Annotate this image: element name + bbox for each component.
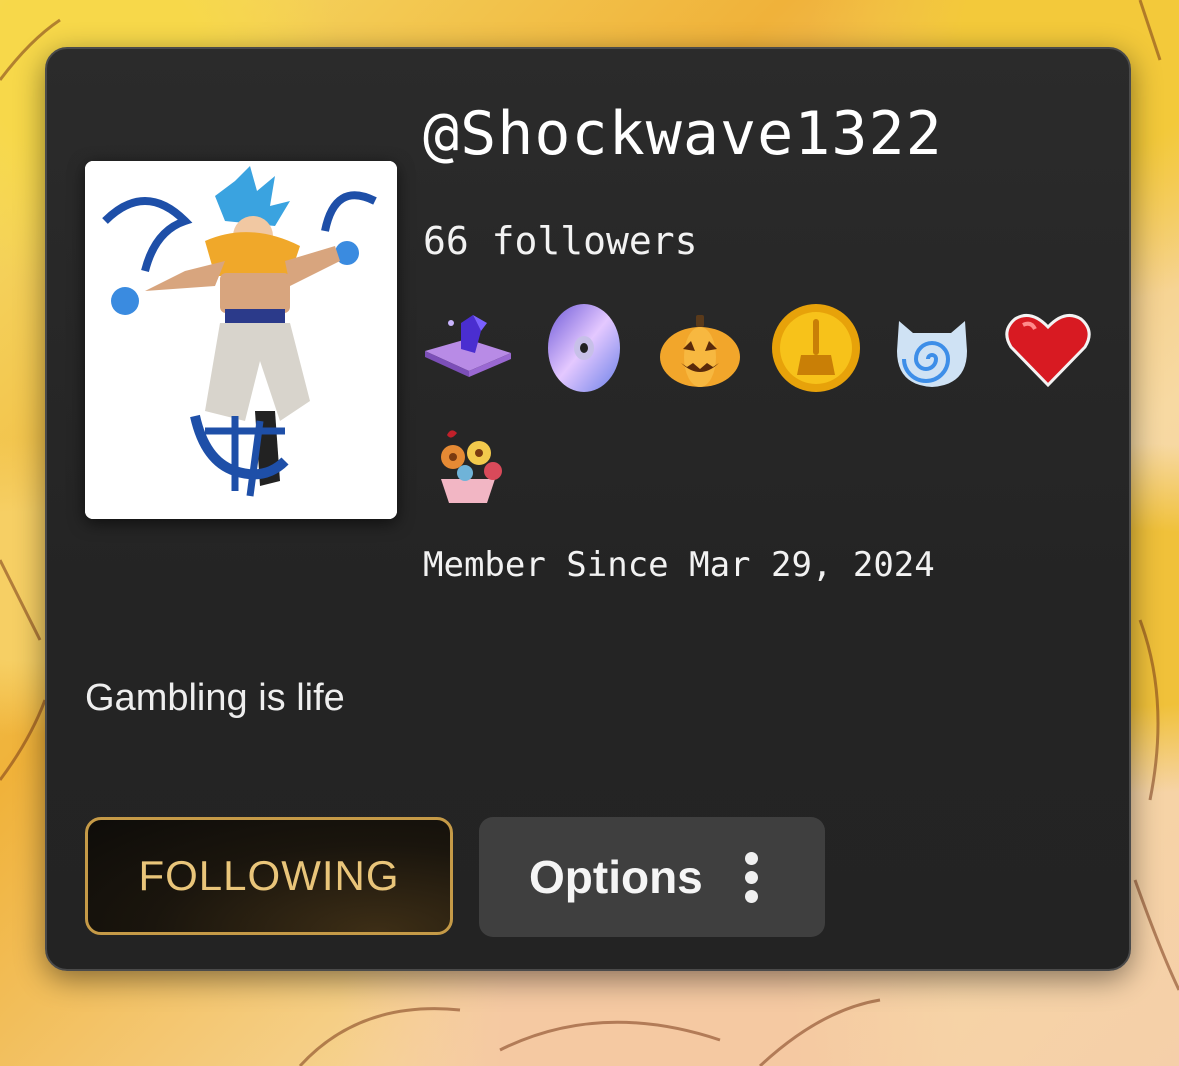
cd-disc-icon[interactable] — [537, 301, 631, 395]
options-label: Options — [529, 851, 703, 903]
avatar[interactable] — [85, 161, 397, 519]
gold-broom-coin-icon[interactable] — [769, 301, 863, 395]
more-vertical-icon — [744, 851, 758, 903]
member-since-date: Member Since Mar 29, 2024 — [423, 545, 935, 585]
profile-bio: Gambling is life — [85, 677, 345, 719]
options-button[interactable]: Options — [479, 817, 825, 937]
avatar-image — [85, 161, 397, 519]
badge-list — [421, 301, 1101, 511]
flower-bouquet-icon[interactable] — [421, 417, 515, 511]
jack-o-lantern-icon[interactable] — [653, 301, 747, 395]
follower-count[interactable]: 66 followers — [423, 219, 698, 263]
following-button[interactable]: FOLLOWING — [85, 817, 453, 935]
red-heart-icon[interactable] — [1001, 301, 1095, 395]
profile-card: @Shockwave1322 66 followers Member Since… — [45, 47, 1131, 971]
username: @Shockwave1322 — [423, 99, 943, 169]
magic-book-crystal-icon[interactable] — [421, 301, 515, 395]
blue-spiral-cat-icon[interactable] — [885, 301, 979, 395]
